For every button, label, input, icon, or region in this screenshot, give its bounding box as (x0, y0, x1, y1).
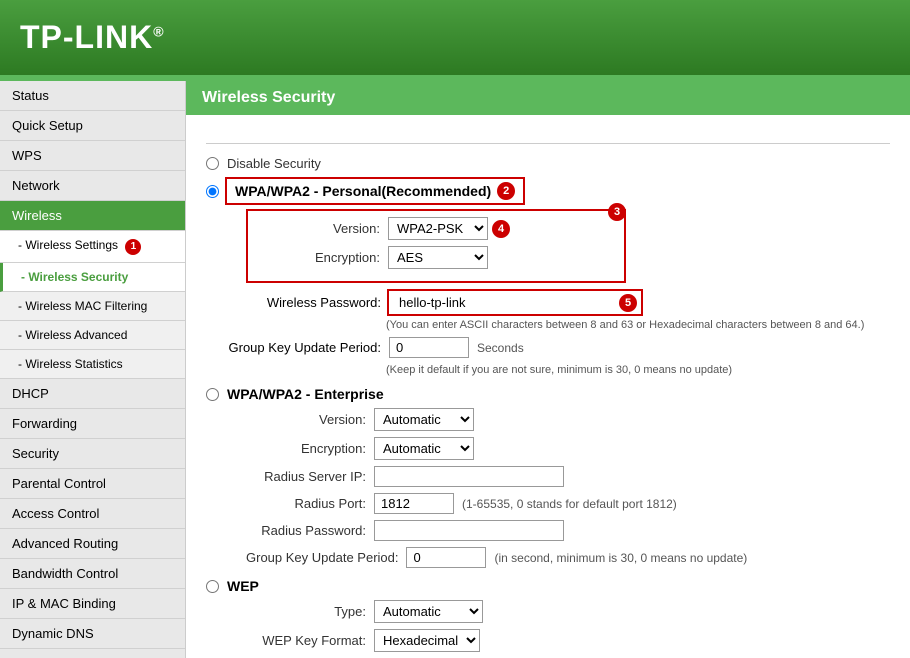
badge-5: 5 (619, 294, 637, 312)
sidebar-item-access-control[interactable]: Access Control (0, 499, 185, 529)
disable-security-label[interactable]: Disable Security (227, 156, 321, 171)
badge-1: 1 (125, 239, 141, 255)
sidebar-item-quick-setup[interactable]: Quick Setup (0, 111, 185, 141)
group-key-unit: Seconds (477, 341, 524, 355)
ent-encryption-row: Encryption: Automatic AES TKIP (246, 437, 890, 460)
password-hint: (You can enter ASCII characters between … (386, 319, 886, 331)
page-title: Wireless Security (186, 81, 910, 115)
wep-section: Type: Automatic Open System Shared Key W… (246, 600, 890, 652)
badge-2: 2 (497, 182, 515, 200)
ent-radius-password-label: Radius Password: (246, 523, 366, 538)
sidebar-item-wireless[interactable]: Wireless (0, 201, 185, 231)
group-key-label: Group Key Update Period: (226, 340, 381, 355)
ent-radius-ip-label: Radius Server IP: (246, 469, 366, 484)
group-key-row: Group Key Update Period: Seconds (226, 337, 890, 358)
sidebar-item-system-tools[interactable]: System Tools (0, 649, 185, 658)
enterprise-section: Version: Automatic WPA WPA2 Encryption: … (246, 408, 890, 568)
sidebar-item-wireless-security[interactable]: - Wireless Security (0, 263, 185, 292)
ent-encryption-label: Encryption: (246, 441, 366, 456)
badge-3: 3 (608, 203, 626, 221)
version-label: Version: (260, 221, 380, 236)
password-label: Wireless Password: (226, 295, 381, 310)
ent-radius-ip-input[interactable] (374, 466, 564, 487)
version-row: Version: WPA-PSK WPA2-PSK Automatic 4 (260, 217, 612, 240)
ent-radius-password-input[interactable] (374, 520, 564, 541)
wpa-enterprise-row: WPA/WPA2 - Enterprise (206, 386, 890, 402)
wep-type-select[interactable]: Automatic Open System Shared Key (374, 600, 483, 623)
wep-key-format-row: WEP Key Format: Hexadecimal ASCII (246, 629, 890, 652)
header: TP-LINK® (0, 0, 910, 75)
sidebar-item-wireless-stats[interactable]: - Wireless Statistics (0, 350, 185, 379)
wpa-enterprise-radio[interactable] (206, 388, 219, 401)
sidebar: Status Quick Setup WPS Network Wireless … (0, 81, 186, 658)
encryption-label: Encryption: (260, 250, 380, 265)
group-key-hint: (Keep it default if you are not sure, mi… (386, 364, 890, 376)
ent-radius-port-row: Radius Port: (1-65535, 0 stands for defa… (246, 493, 890, 514)
sidebar-item-parental-control[interactable]: Parental Control (0, 469, 185, 499)
ent-version-row: Version: Automatic WPA WPA2 (246, 408, 890, 431)
sidebar-item-forwarding[interactable]: Forwarding (0, 409, 185, 439)
wep-type-row: Type: Automatic Open System Shared Key (246, 600, 890, 623)
wep-row: WEP (206, 578, 890, 594)
ent-radius-ip-row: Radius Server IP: (246, 466, 890, 487)
wpa-personal-radio[interactable] (206, 185, 219, 198)
ent-encryption-select[interactable]: Automatic AES TKIP (374, 437, 474, 460)
wep-key-format-label: WEP Key Format: (246, 633, 366, 648)
sidebar-item-ip-mac-binding[interactable]: IP & MAC Binding (0, 589, 185, 619)
wep-type-label: Type: (246, 604, 366, 619)
password-input[interactable] (393, 293, 613, 312)
wep-radio[interactable] (206, 580, 219, 593)
ent-version-label: Version: (246, 412, 366, 427)
ent-radius-password-row: Radius Password: (246, 520, 890, 541)
ent-version-select[interactable]: Automatic WPA WPA2 (374, 408, 474, 431)
ent-group-key-label: Group Key Update Period: (246, 550, 398, 565)
sidebar-item-wireless-mac[interactable]: - Wireless MAC Filtering (0, 292, 185, 321)
sidebar-item-security[interactable]: Security (0, 439, 185, 469)
ent-radius-port-hint: (1-65535, 0 stands for default port 1812… (462, 497, 677, 511)
sidebar-item-wps[interactable]: WPS (0, 141, 185, 171)
sidebar-item-dynamic-dns[interactable]: Dynamic DNS (0, 619, 185, 649)
sidebar-item-wireless-advanced[interactable]: - Wireless Advanced (0, 321, 185, 350)
ent-group-key-row: Group Key Update Period: (in second, min… (246, 547, 890, 568)
wpa-enterprise-label[interactable]: WPA/WPA2 - Enterprise (227, 386, 384, 402)
sidebar-item-dhcp[interactable]: DHCP (0, 379, 185, 409)
group-key-input[interactable] (389, 337, 469, 358)
ent-group-key-input[interactable] (406, 547, 486, 568)
sidebar-item-advanced-routing[interactable]: Advanced Routing (0, 529, 185, 559)
sidebar-item-status[interactable]: Status (0, 81, 185, 111)
encryption-select[interactable]: AES TKIP Automatic (388, 246, 488, 269)
divider-top (206, 143, 890, 144)
version-select[interactable]: WPA-PSK WPA2-PSK Automatic (388, 217, 488, 240)
badge-4: 4 (492, 220, 510, 238)
disable-security-row: Disable Security (206, 156, 890, 171)
content-area: Wireless Security Disable Security WPA/W… (186, 81, 910, 658)
encryption-row: Encryption: AES TKIP Automatic (260, 246, 612, 269)
wep-label[interactable]: WEP (227, 578, 259, 594)
disable-security-radio[interactable] (206, 157, 219, 170)
logo: TP-LINK® (20, 19, 165, 56)
ent-group-key-hint: (in second, minimum is 30, 0 means no up… (494, 551, 747, 565)
sidebar-item-bandwidth-control[interactable]: Bandwidth Control (0, 559, 185, 589)
sidebar-item-network[interactable]: Network (0, 171, 185, 201)
sidebar-item-wireless-settings[interactable]: - Wireless Settings 1 (0, 231, 185, 263)
ent-radius-port-input[interactable] (374, 493, 454, 514)
wpa-personal-label[interactable]: WPA/WPA2 - Personal(Recommended) (235, 183, 491, 199)
wep-key-format-select[interactable]: Hexadecimal ASCII (374, 629, 480, 652)
ent-radius-port-label: Radius Port: (246, 496, 366, 511)
